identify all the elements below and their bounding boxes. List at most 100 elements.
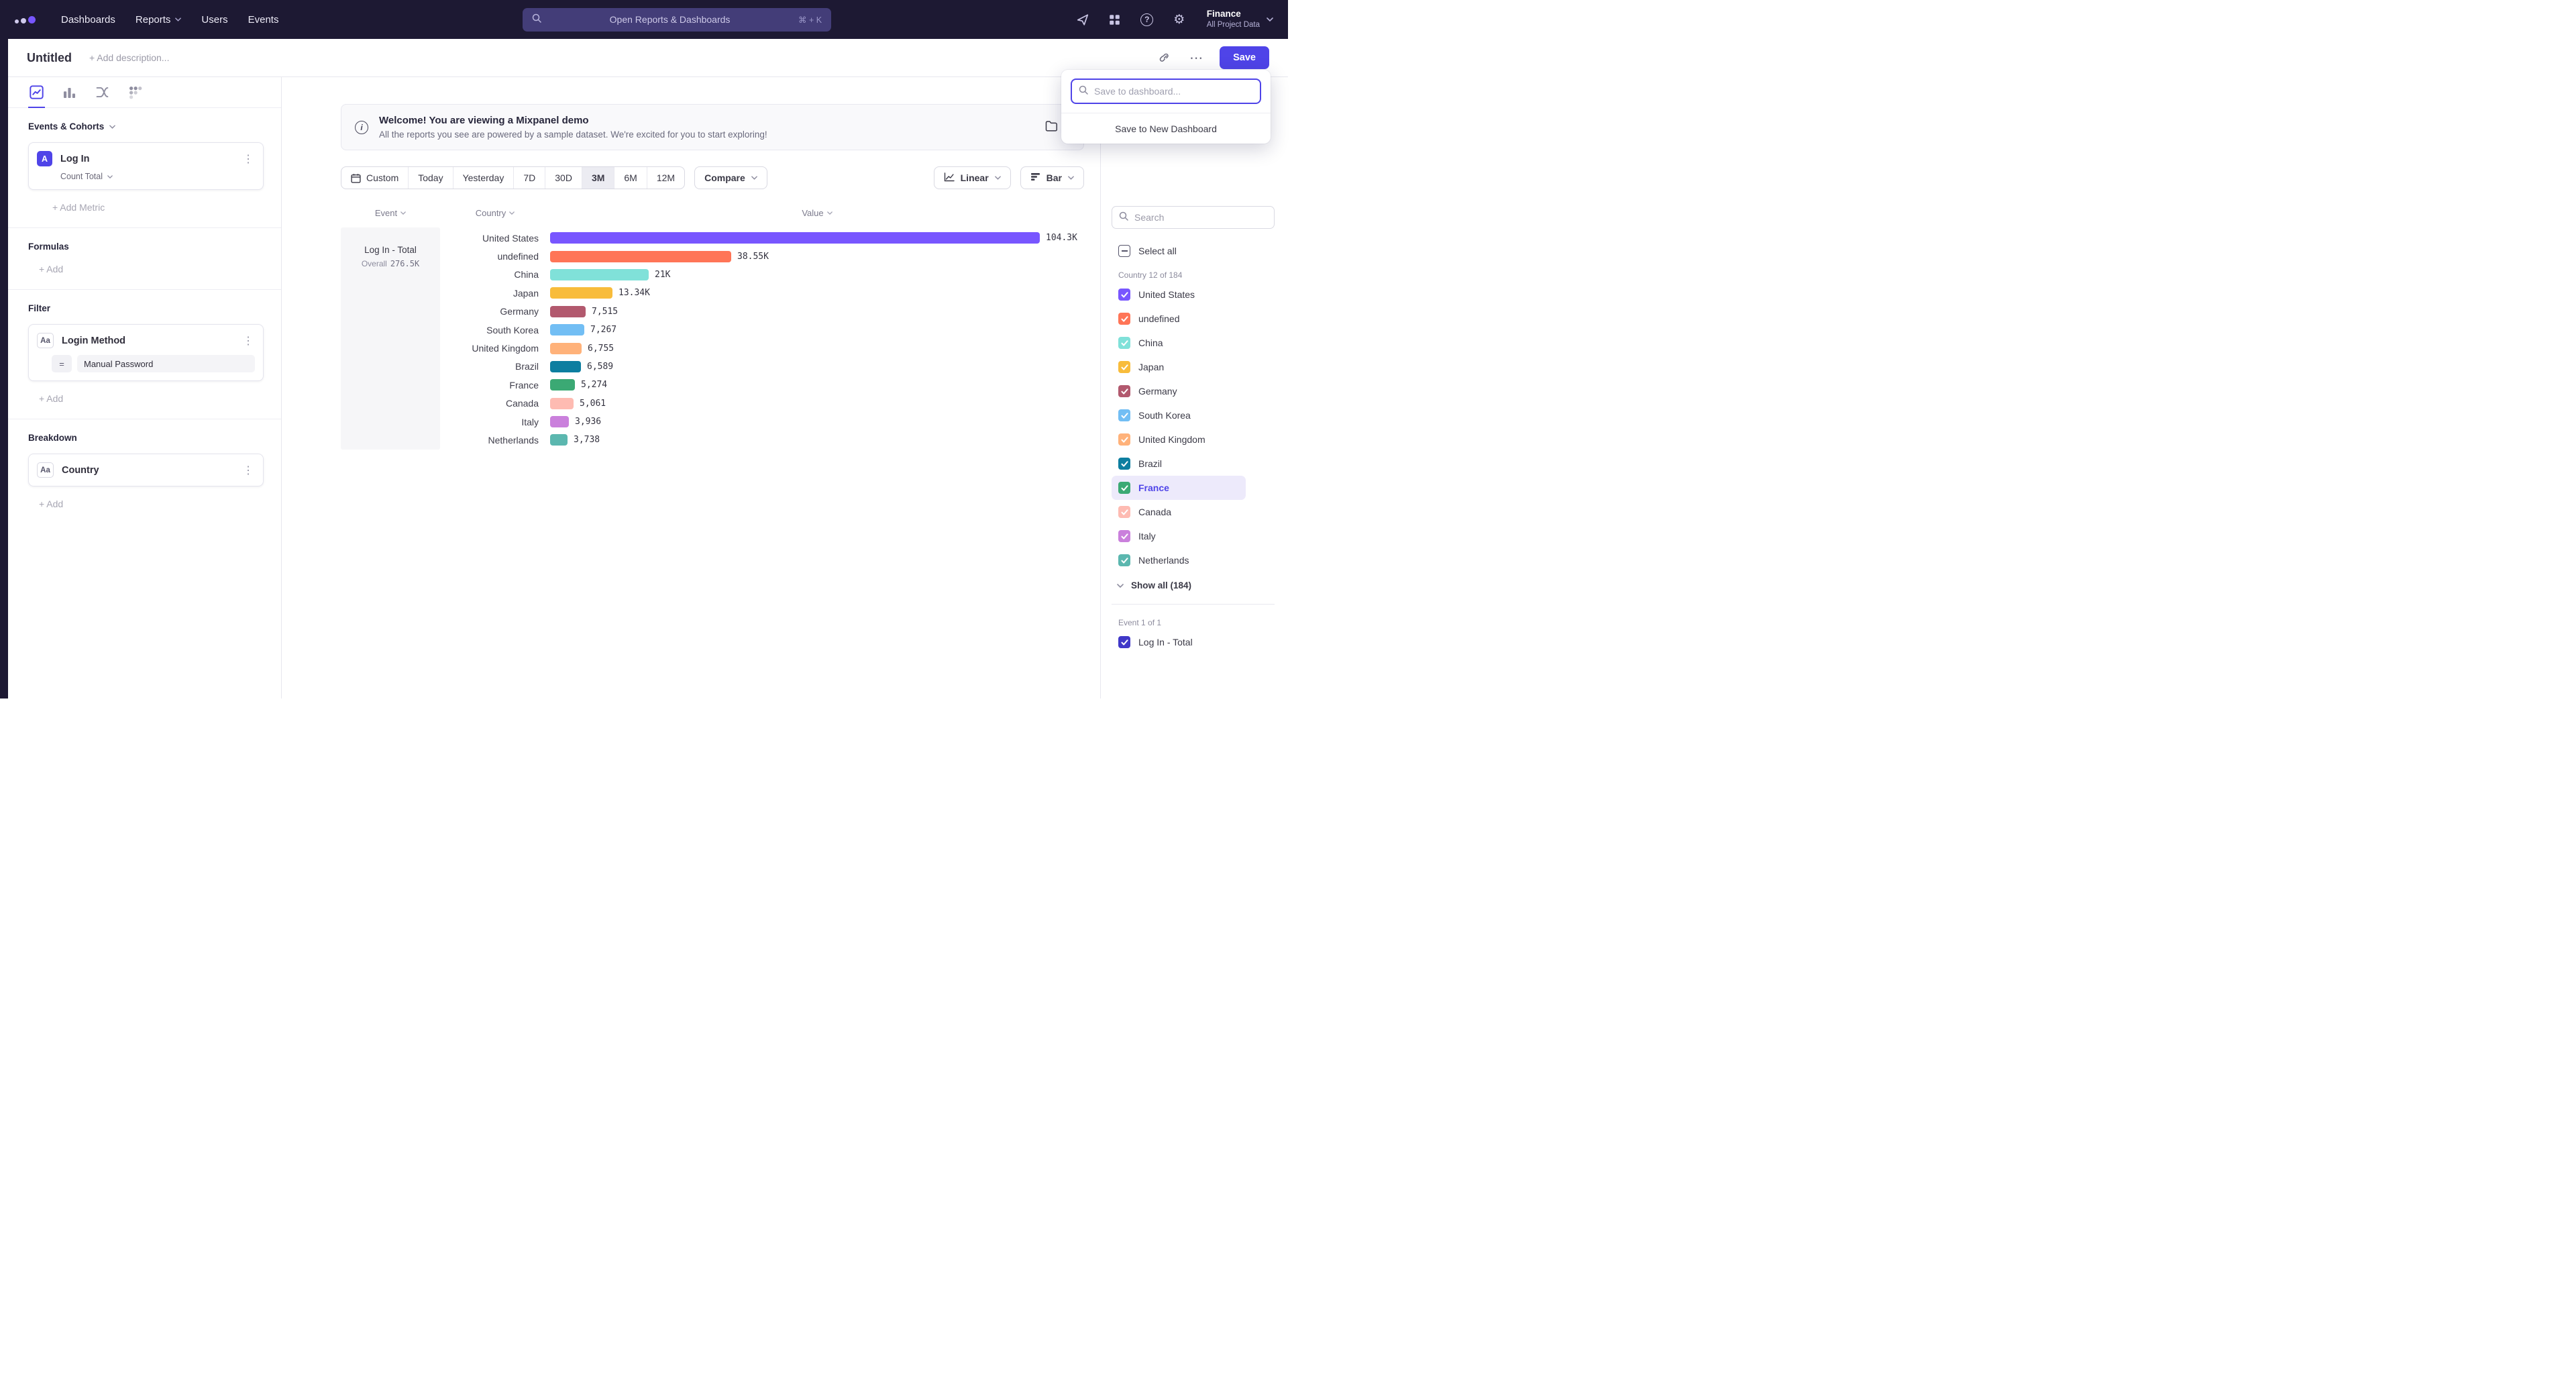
save-to-new-dashboard-item[interactable]: Save to New Dashboard — [1061, 113, 1271, 144]
legend-item-united-kingdom[interactable]: United Kingdom — [1112, 427, 1246, 452]
bar[interactable] — [550, 434, 568, 446]
tab-flows[interactable] — [94, 77, 111, 107]
range-today[interactable]: Today — [408, 167, 452, 189]
range-6m[interactable]: 6M — [614, 167, 646, 189]
range-3m[interactable]: 3M — [582, 167, 614, 189]
mixpanel-logo[interactable] — [15, 16, 36, 23]
legend-search-input[interactable] — [1134, 212, 1267, 223]
column-header-country[interactable]: Country — [440, 208, 550, 218]
add-filter-button[interactable]: + Add — [28, 393, 264, 404]
gear-icon[interactable]: ⚙ — [1172, 12, 1187, 27]
bar[interactable] — [550, 416, 569, 427]
column-header-value[interactable]: Value — [550, 208, 1084, 218]
legend-item-china[interactable]: China — [1112, 331, 1246, 355]
checkbox[interactable] — [1118, 530, 1130, 542]
checkbox[interactable] — [1118, 385, 1130, 397]
series-meta-box[interactable]: Log In - Total Overall276.5K — [341, 227, 440, 450]
send-feedback-icon[interactable] — [1075, 12, 1090, 27]
range-12m[interactable]: 12M — [647, 167, 684, 189]
bar[interactable] — [550, 287, 612, 299]
global-search-placeholder: Open Reports & Dashboards — [548, 14, 792, 25]
legend-item-france[interactable]: France — [1112, 476, 1246, 500]
kebab-menu-icon[interactable]: ⋮ — [241, 334, 255, 348]
events-section-header[interactable]: Events & Cohorts — [28, 121, 264, 132]
bar[interactable] — [550, 343, 582, 354]
show-all-button[interactable]: Show all (184) — [1112, 580, 1275, 590]
nav-item-users[interactable]: Users — [201, 14, 227, 25]
breakdown-property-name[interactable]: Country — [62, 465, 233, 476]
legend-item-netherlands[interactable]: Netherlands — [1112, 548, 1246, 572]
legend-item-south-korea[interactable]: South Korea — [1112, 403, 1246, 427]
bar[interactable] — [550, 379, 575, 391]
filter-property-name[interactable]: Login Method — [62, 335, 233, 346]
range-custom[interactable]: Custom — [341, 167, 408, 189]
legend-item-undefined[interactable]: undefined — [1112, 307, 1246, 331]
nav-item-events[interactable]: Events — [248, 14, 279, 25]
add-breakdown-button[interactable]: + Add — [28, 499, 264, 509]
project-switcher[interactable]: Finance All Project Data — [1207, 9, 1273, 30]
range-yesterday[interactable]: Yesterday — [453, 167, 514, 189]
checkbox[interactable] — [1118, 361, 1130, 373]
bar[interactable] — [550, 269, 649, 280]
metric-event-name[interactable]: Log In — [60, 154, 233, 164]
checkbox[interactable] — [1118, 554, 1130, 566]
bar[interactable] — [550, 324, 584, 335]
scale-selector[interactable]: Linear — [934, 166, 1011, 189]
tab-retention[interactable] — [127, 77, 144, 107]
legend-item-italy[interactable]: Italy — [1112, 524, 1246, 548]
checkbox[interactable] — [1118, 506, 1130, 518]
filter-card[interactable]: Aa Login Method ⋮ = Manual Password — [28, 324, 264, 381]
checkbox[interactable] — [1118, 313, 1130, 325]
range-7d[interactable]: 7D — [513, 167, 545, 189]
bar[interactable] — [550, 251, 731, 262]
aggregation-selector[interactable]: Count Total — [37, 172, 255, 181]
checkbox[interactable] — [1118, 337, 1130, 349]
checkbox[interactable] — [1118, 409, 1130, 421]
save-button[interactable]: Save — [1220, 46, 1269, 69]
legend-item-germany[interactable]: Germany — [1112, 379, 1246, 403]
help-icon[interactable]: ? — [1140, 12, 1155, 27]
dashboard-search-field[interactable] — [1071, 79, 1261, 104]
compare-button[interactable]: Compare — [694, 166, 767, 189]
bar[interactable] — [550, 306, 586, 317]
checkbox[interactable] — [1118, 289, 1130, 301]
legend-item-united-states[interactable]: United States — [1112, 282, 1246, 307]
kebab-menu-icon[interactable]: ⋮ — [241, 464, 255, 477]
add-metric-button[interactable]: + Add Metric — [28, 202, 264, 213]
bar[interactable] — [550, 232, 1040, 244]
legend-item-japan[interactable]: Japan — [1112, 355, 1246, 379]
metric-card[interactable]: A Log In ⋮ Count Total — [28, 142, 264, 190]
breakdown-card[interactable]: Aa Country ⋮ — [28, 454, 264, 486]
legend-item-log-in---total[interactable]: Log In - Total — [1112, 630, 1246, 654]
filter-value-input[interactable]: Manual Password — [77, 355, 255, 372]
select-all-checkbox[interactable] — [1118, 245, 1130, 257]
legend-item-canada[interactable]: Canada — [1112, 500, 1246, 524]
copy-link-icon[interactable] — [1155, 49, 1173, 66]
nav-item-reports[interactable]: Reports — [136, 14, 182, 25]
legend-item-brazil[interactable]: Brazil — [1112, 452, 1246, 476]
dashboard-search-input[interactable] — [1094, 86, 1253, 97]
add-description-button[interactable]: + Add description... — [89, 52, 169, 63]
report-title[interactable]: Untitled — [27, 51, 72, 65]
chart-type-selector[interactable]: Bar — [1020, 166, 1084, 189]
select-all-row[interactable]: Select all — [1112, 245, 1275, 257]
filter-operator[interactable]: = — [52, 355, 72, 372]
tab-insights[interactable] — [28, 77, 45, 107]
legend-search[interactable] — [1112, 206, 1275, 229]
kebab-menu-icon[interactable]: ⋮ — [241, 152, 255, 166]
bar-category-label: China — [440, 269, 550, 280]
tab-funnels[interactable] — [61, 77, 78, 107]
apps-grid-icon[interactable] — [1108, 12, 1122, 27]
checkbox[interactable] — [1118, 433, 1130, 446]
bar[interactable] — [550, 361, 581, 372]
nav-item-dashboards[interactable]: Dashboards — [61, 14, 115, 25]
checkbox[interactable] — [1118, 458, 1130, 470]
add-formula-button[interactable]: + Add — [28, 264, 264, 274]
checkbox[interactable] — [1118, 482, 1130, 494]
bar[interactable] — [550, 398, 574, 409]
column-header-event[interactable]: Event — [341, 208, 440, 218]
checkbox[interactable] — [1118, 636, 1130, 648]
more-options-icon[interactable]: ⋯ — [1187, 49, 1205, 66]
global-search-button[interactable]: Open Reports & Dashboards ⌘ + K — [523, 8, 831, 32]
range-30d[interactable]: 30D — [545, 167, 582, 189]
